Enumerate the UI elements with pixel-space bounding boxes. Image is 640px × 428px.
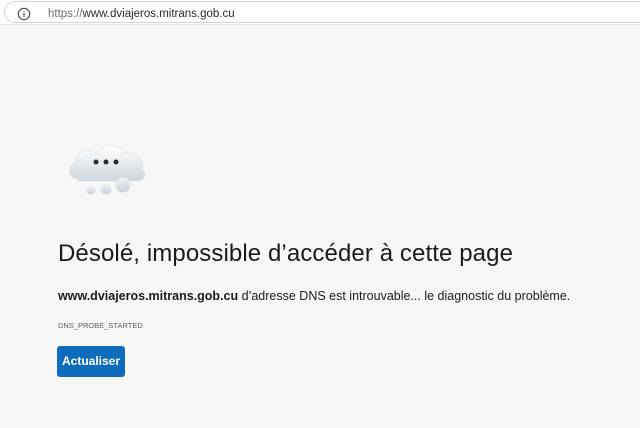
- url-field[interactable]: https://www.dviajeros.mitrans.gob.cu: [4, 1, 640, 23]
- url-scheme: https://: [48, 8, 83, 20]
- error-message: d’adresse DNS est introuvable... le diag…: [238, 289, 571, 303]
- url-host: www.dviajeros.mitrans.gob.cu: [82, 8, 235, 20]
- info-icon[interactable]: [17, 7, 31, 21]
- error-host: www.dviajeros.mitrans.gob.cu: [58, 289, 239, 303]
- address-bar: https://www.dviajeros.mitrans.gob.cu: [0, 0, 640, 25]
- url-text[interactable]: https://www.dviajeros.mitrans.gob.cu: [48, 7, 235, 21]
- error-description: www.dviajeros.mitrans.gob.cu d’adresse D…: [58, 288, 570, 304]
- error-title: Désolé, impossible d’accéder à cette pag…: [58, 240, 514, 267]
- cloud-with-dots-icon: [64, 136, 150, 200]
- reload-button[interactable]: Actualiser: [57, 346, 125, 377]
- error-code: DNS_PROBE_STARTED: [58, 321, 143, 330]
